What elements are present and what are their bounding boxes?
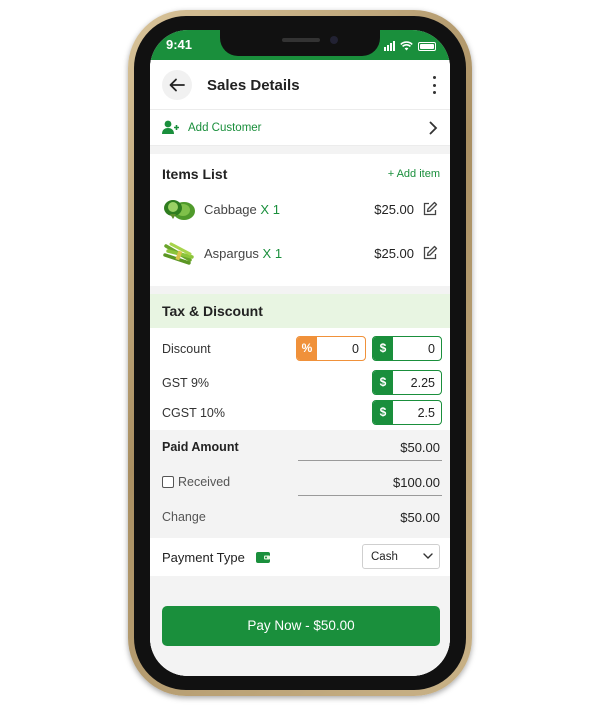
paid-amount-label: Paid Amount (162, 440, 239, 454)
payment-summary-section: Paid Amount $50.00 Received $100.00 Chan… (150, 430, 450, 538)
cabbage-icon (164, 200, 195, 220)
change-value: $50.00 (400, 510, 440, 525)
arrow-left-icon (169, 78, 185, 92)
footer: Pay Now - $50.00 (150, 576, 450, 676)
pay-now-button[interactable]: Pay Now - $50.00 (162, 606, 440, 646)
discount-percent-value: 0 (352, 342, 359, 356)
back-button[interactable] (162, 70, 192, 100)
list-item[interactable]: Aspargus X 1 $25.00 (150, 234, 450, 274)
items-list-section: Items List + Add item Cabbage X 1 $25.00 (150, 154, 450, 286)
battery-icon (418, 42, 436, 51)
payment-type-label: Payment Type (162, 550, 245, 565)
gst-row: GST 9% $ 2.25 (150, 370, 450, 396)
chevron-down-icon (423, 553, 433, 559)
gst-amount-input[interactable]: $ 2.25 (372, 370, 442, 395)
item-price: $25.00 (374, 246, 414, 261)
received-row: Received $100.00 (150, 469, 450, 499)
paid-amount-row: Paid Amount $50.00 (150, 434, 450, 464)
item-price: $25.00 (374, 202, 414, 217)
cgst-amount-value: 2.5 (417, 406, 435, 420)
phone-screen: 9:41 Sales Details Add Customer Items Li… (150, 30, 450, 676)
received-checkbox-label[interactable]: Received (162, 475, 230, 489)
paid-amount-value[interactable]: $50.00 (400, 440, 440, 455)
status-time: 9:41 (166, 37, 193, 52)
section-gap (150, 286, 450, 294)
add-customer-label: Add Customer (188, 122, 262, 134)
section-gap (150, 146, 450, 154)
chevron-right-icon (429, 121, 438, 135)
item-name: Aspargus X 1 (204, 246, 283, 261)
cgst-row: CGST 10% $ 2.5 (150, 400, 450, 426)
wallet-icon (256, 552, 270, 563)
discount-row: Discount % 0 $ 0 (150, 336, 450, 362)
wifi-icon (400, 41, 413, 51)
cgst-label: CGST 10% (162, 406, 225, 420)
gst-label: GST 9% (162, 376, 210, 390)
list-item[interactable]: Cabbage X 1 $25.00 (150, 190, 450, 230)
cgst-amount-input[interactable]: $ 2.5 (372, 400, 442, 425)
app-content: Sales Details Add Customer Items List + … (150, 60, 450, 676)
discount-amount-value: 0 (428, 342, 435, 356)
dollar-icon: $ (373, 337, 393, 360)
asparagus-icon (163, 242, 194, 265)
page-title: Sales Details (207, 77, 300, 94)
speaker (282, 38, 320, 42)
items-list-title: Items List (162, 166, 228, 182)
dollar-icon: $ (373, 401, 393, 424)
item-name: Cabbage X 1 (204, 202, 280, 217)
dollar-icon: $ (373, 371, 393, 394)
front-camera (330, 36, 338, 44)
add-customer-row[interactable]: Add Customer (150, 110, 450, 146)
percent-icon: % (297, 337, 317, 360)
tax-discount-title: Tax & Discount (162, 303, 263, 319)
payment-type-row: Payment Type Cash (150, 538, 450, 576)
gst-amount-value: 2.25 (410, 376, 435, 390)
status-bar: 9:41 (150, 30, 450, 60)
tax-discount-header: Tax & Discount (150, 294, 450, 328)
payment-type-value: Cash (371, 551, 398, 563)
change-row: Change $50.00 (150, 504, 450, 534)
notch (220, 30, 380, 56)
received-value[interactable]: $100.00 (393, 475, 440, 490)
received-checkbox[interactable] (162, 476, 174, 488)
discount-amount-input[interactable]: $ 0 (372, 336, 442, 361)
app-header: Sales Details (150, 60, 450, 110)
edit-icon[interactable] (422, 245, 438, 261)
add-user-icon (162, 120, 179, 134)
status-icons (384, 39, 436, 51)
discount-label: Discount (162, 342, 211, 356)
tax-discount-section: Discount % 0 $ 0 GST 9% $ 2.25 CGST 10% (150, 328, 450, 430)
more-options-icon[interactable] (430, 76, 438, 94)
payment-type-select[interactable]: Cash (362, 544, 440, 569)
add-item-button[interactable]: + Add item (388, 168, 440, 180)
received-underline (298, 495, 442, 496)
paid-amount-underline (298, 460, 442, 461)
signal-icon (384, 41, 395, 51)
change-label: Change (162, 510, 206, 524)
edit-icon[interactable] (422, 201, 438, 217)
discount-percent-input[interactable]: % 0 (296, 336, 366, 361)
